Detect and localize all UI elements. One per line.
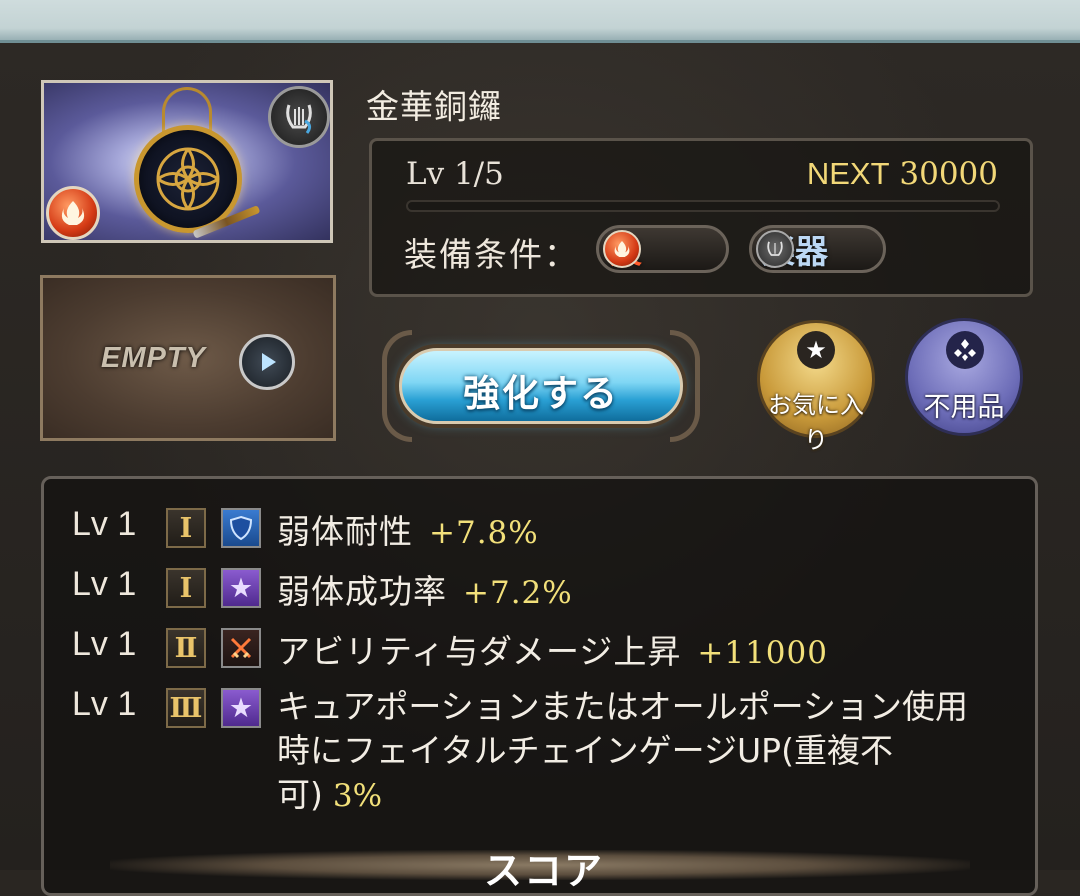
play-icon[interactable] [239, 334, 295, 390]
junk-button[interactable]: 不用品 [905, 318, 1023, 436]
skill-name-text: 弱体成功率 [277, 572, 447, 611]
skill-level: Lv 1 [72, 505, 137, 543]
lyre-icon [268, 86, 330, 148]
shards-icon [946, 331, 984, 369]
equip-weapon-type-badge: 楽器 [749, 225, 886, 273]
skill-rank-badge: Ⅱ [166, 628, 206, 668]
fire-element-icon [46, 186, 100, 240]
star-icon: ★ [797, 331, 835, 369]
skill-value: 3% [332, 778, 383, 814]
top-header-bar [0, 0, 1080, 43]
upgrade-button-core[interactable]: 強化する [399, 348, 683, 424]
exp-bar [406, 200, 1000, 212]
lyre-icon [756, 230, 794, 268]
upgrade-label: 強化する [463, 372, 619, 415]
weapon-name: 金華銅鑼 [366, 87, 502, 126]
shield-icon [221, 508, 261, 548]
star-icon: ★ [221, 688, 261, 728]
skill-name: アビリティ与ダメージ上昇 +11000 [277, 625, 828, 673]
skill-name: 弱体耐性 +7.8% [277, 505, 539, 553]
skill-value: +11000 [697, 635, 828, 671]
skill-level: Lv 1 [72, 565, 137, 603]
skill-name-text: アビリティ与ダメージ上昇 [277, 632, 682, 671]
crossed-swords-icon [221, 628, 261, 668]
skill-name: 弱体成功率 +7.2% [277, 565, 573, 613]
upgrade-button[interactable]: 強化する [382, 328, 700, 444]
fire-element-icon [603, 230, 641, 268]
star-icon: ★ [221, 568, 261, 608]
skill-rank-badge: Ⅰ [166, 508, 206, 548]
favorite-button[interactable]: ★ お気に入り [757, 320, 875, 454]
next-value: 30000 [899, 156, 998, 192]
skill-rank-badge: Ⅲ [166, 688, 206, 728]
summon-slot-empty[interactable]: EMPTY [40, 275, 336, 441]
skill-level: Lv 1 [72, 685, 137, 723]
skill-value: +7.8% [429, 515, 539, 551]
weapon-image[interactable] [41, 80, 333, 243]
equip-element-badge: 火 [596, 225, 729, 273]
empty-label: EMPTY [101, 342, 206, 374]
next-exp: NEXT 30000 [807, 156, 998, 192]
skill-value: +7.2% [463, 575, 573, 611]
equip-condition-label: 装備条件： [404, 235, 579, 274]
skill-name: キュアポーションまたはオールポーション使用時にフェイタルチェインゲージUP(重複… [277, 685, 997, 818]
junk-label: 不用品 [923, 392, 1005, 423]
skill-rank-badge: Ⅰ [166, 568, 206, 608]
skill-name-text: 弱体耐性 [277, 512, 413, 551]
score-label: スコア [484, 849, 605, 893]
skill-level: Lv 1 [72, 625, 137, 663]
gong-pattern [156, 147, 220, 211]
favorite-label: お気に入り [768, 391, 864, 454]
next-label: NEXT [806, 156, 890, 191]
weapon-level: Lv 1/5 [406, 156, 504, 192]
